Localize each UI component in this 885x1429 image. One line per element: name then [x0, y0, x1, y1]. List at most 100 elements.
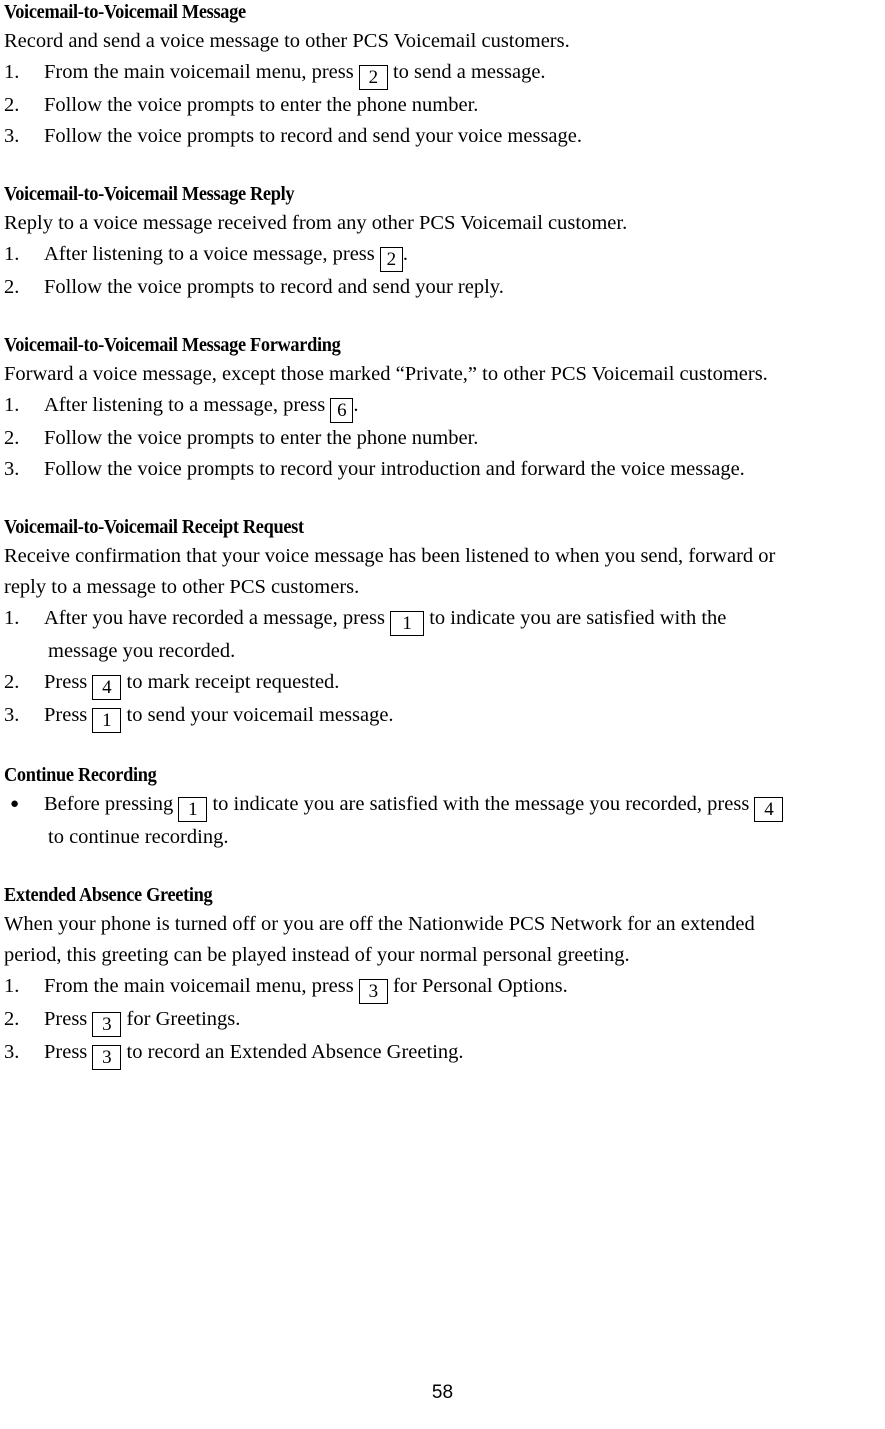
list-item-text-after: .	[402, 243, 409, 265]
list-item-text-before: After listening to a message, press	[44, 394, 326, 416]
keypad-key-box[interactable]: 2	[358, 65, 388, 90]
list-item-text-after: for Greetings.	[126, 1008, 241, 1030]
list-item-text: Press 1 to send your voicemail message.	[44, 700, 885, 733]
list-marker: 1.	[4, 394, 20, 416]
section-heading: Extended Absence Greeting	[4, 885, 213, 906]
list-item-text: Follow the voice prompts to record and s…	[44, 276, 504, 298]
keypad-key-box[interactable]: 3	[92, 1045, 122, 1070]
list-item-text: From the main voicemail menu, press 3 fo…	[44, 971, 885, 1004]
list-item-text-before: Press	[44, 1008, 88, 1030]
list-item-text: Before pressing 1 to indicate you are sa…	[44, 789, 885, 822]
list-item: 3. Follow the voice prompts to record an…	[4, 121, 885, 152]
list-item-text-before: Press	[44, 671, 88, 693]
keypad-key-box[interactable]: 3	[92, 1012, 122, 1037]
list-item: 2. Press 4 to mark receipt requested.	[4, 667, 885, 700]
list-item-text: After listening to a voice message, pres…	[44, 239, 885, 272]
section-heading: Continue Recording	[4, 765, 157, 786]
section-heading: Voicemail-to-Voicemail Message	[4, 2, 246, 23]
list-marker: 2.	[4, 276, 20, 298]
list-item: 1. From the main voicemail menu, press 2…	[4, 57, 885, 90]
list-item-text-before: From the main voicemail menu, press	[44, 61, 354, 83]
section-voicemail-to-voicemail-message-reply: Voicemail-to-Voicemail Message Reply Rep…	[4, 182, 885, 303]
list-item-text: Follow the voice prompts to record and s…	[44, 125, 582, 147]
numbered-list: 1. After listening to a message, press 6…	[4, 390, 885, 485]
list-item: 1. After you have recorded a message, pr…	[4, 603, 885, 667]
keypad-key-box[interactable]: 1	[178, 797, 208, 822]
keypad-key-box-clipped[interactable]: 4	[754, 797, 784, 822]
list-item-text-after: to indicate you are satisfied with the	[429, 607, 727, 629]
section-heading: Voicemail-to-Voicemail Receipt Request	[4, 517, 304, 538]
list-item: 3. Press 3 to record an Extended Absence…	[4, 1037, 885, 1070]
list-marker: 3.	[4, 704, 20, 726]
section-continue-recording: Continue Recording ● Before pressing 1 t…	[4, 763, 885, 853]
list-item-text-after: to send your voicemail message.	[126, 704, 394, 726]
list-marker: 2.	[4, 671, 20, 693]
list-item: 1. After listening to a message, press 6…	[4, 390, 885, 423]
keypad-key-box[interactable]: 1	[390, 611, 425, 636]
list-item: 1. After listening to a voice message, p…	[4, 239, 885, 272]
list-item: 2. Follow the voice prompts to enter the…	[4, 90, 885, 121]
list-item-text-before: Before pressing	[44, 793, 174, 815]
list-marker: 3.	[4, 125, 20, 147]
list-item-text: Follow the voice prompts to enter the ph…	[44, 427, 479, 449]
section-voicemail-to-voicemail-message: Voicemail-to-Voicemail Message Record an…	[4, 0, 885, 152]
section-intro-line-2: reply to a message to other PCS customer…	[4, 576, 360, 598]
list-item-text-after: for Personal Options.	[392, 975, 568, 997]
list-marker: 2.	[4, 94, 20, 116]
section-heading: Voicemail-to-Voicemail Message Reply	[4, 184, 295, 205]
list-item-text: After you have recorded a message, press…	[44, 603, 885, 636]
page-number: 58	[431, 1382, 454, 1403]
section-intro-text: Reply to a voice message received from a…	[4, 212, 628, 234]
list-marker: 1.	[4, 607, 20, 629]
numbered-list: 1. From the main voicemail menu, press 3…	[4, 971, 885, 1070]
keypad-key-box[interactable]: 2	[379, 247, 403, 272]
list-marker: 1.	[4, 61, 20, 83]
list-item: 2. Press 3 for Greetings.	[4, 1004, 885, 1037]
list-item-text-before: After you have recorded a message, press	[44, 607, 385, 629]
section-voicemail-to-voicemail-receipt-request: Voicemail-to-Voicemail Receipt Request R…	[4, 515, 885, 733]
list-item-text: Press 3 for Greetings.	[44, 1004, 885, 1037]
list-item-text: From the main voicemail menu, press 2 to…	[44, 57, 885, 90]
list-item-continuation-line: to continue recording.	[48, 826, 229, 848]
list-marker: 3.	[4, 458, 20, 480]
keypad-key-box[interactable]: 6	[330, 398, 354, 423]
list-item-continuation-line: message you recorded.	[48, 640, 236, 662]
keypad-key-box[interactable]: 4	[92, 675, 122, 700]
list-marker: 2.	[4, 1008, 20, 1030]
section-heading: Voicemail-to-Voicemail Message Forwardin…	[4, 335, 341, 356]
list-item: ● Before pressing 1 to indicate you are …	[4, 789, 885, 853]
list-item-text: Follow the voice prompts to record your …	[44, 458, 745, 480]
section-extended-absence-greeting: Extended Absence Greeting When your phon…	[4, 883, 885, 1070]
section-voicemail-to-voicemail-message-forwarding: Voicemail-to-Voicemail Message Forwardin…	[4, 333, 885, 485]
list-item-text-before: After listening to a voice message, pres…	[44, 243, 375, 265]
keypad-key-box[interactable]: 1	[92, 708, 122, 733]
list-item: 3. Follow the voice prompts to record yo…	[4, 454, 885, 485]
bullet-list: ● Before pressing 1 to indicate you are …	[4, 789, 885, 853]
list-item-text-after: to record an Extended Absence Greeting.	[126, 1041, 464, 1063]
list-item-text: After listening to a message, press 6.	[44, 390, 885, 423]
list-item-text: Press 4 to mark receipt requested.	[44, 667, 885, 700]
list-item-text-after: to send a message.	[392, 61, 546, 83]
section-intro-text: Forward a voice message, except those ma…	[4, 363, 768, 385]
numbered-list: 1. After listening to a voice message, p…	[4, 239, 885, 303]
list-item-text: Follow the voice prompts to enter the ph…	[44, 94, 479, 116]
list-item: 2. Follow the voice prompts to enter the…	[4, 423, 885, 454]
section-intro-line-2: period, this greeting can be played inst…	[4, 944, 630, 966]
list-item-text-before: Press	[44, 704, 88, 726]
list-marker: 1.	[4, 975, 20, 997]
document-page: Voicemail-to-Voicemail Message Record an…	[0, 0, 885, 1429]
section-intro-line-1: Receive confirmation that your voice mes…	[4, 545, 776, 567]
section-intro-text: Record and send a voice message to other…	[4, 30, 570, 52]
list-marker: 3.	[4, 1041, 20, 1063]
list-item-text-before: Press	[44, 1041, 88, 1063]
keypad-key-box[interactable]: 3	[358, 979, 388, 1004]
list-marker: 2.	[4, 427, 20, 449]
list-item-text-after: to indicate you are satisfied with the m…	[212, 793, 750, 815]
list-item-text-after: .	[353, 394, 359, 416]
section-intro-line-1: When your phone is turned off or you are…	[4, 913, 755, 935]
list-item: 1. From the main voicemail menu, press 3…	[4, 971, 885, 1004]
